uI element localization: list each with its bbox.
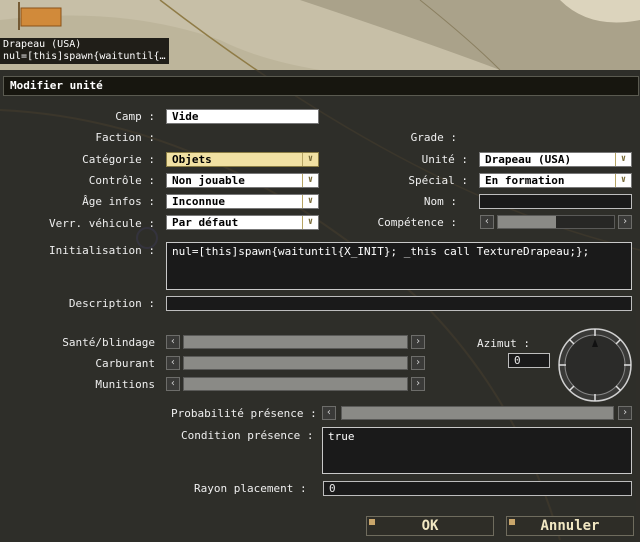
rayon-label: Rayon placement : — [194, 482, 307, 495]
cancel-button-label: Annuler — [540, 518, 600, 534]
chevron-down-icon: ∨ — [302, 216, 318, 229]
button-corner-icon — [509, 519, 515, 525]
grade-label: Grade : — [410, 131, 457, 144]
age-infos-value: Inconnue — [172, 195, 225, 208]
arrow-left-icon[interactable]: ‹ — [322, 406, 336, 420]
ok-button[interactable]: OK — [366, 516, 494, 536]
unite-dropdown[interactable]: Drapeau (USA) ∨ — [479, 152, 632, 167]
unite-value: Drapeau (USA) — [485, 153, 572, 166]
chevron-down-icon: ∨ — [302, 153, 318, 166]
munitions-fill — [184, 378, 407, 390]
verr-vehicule-label: Verr. véhicule : — [49, 217, 155, 230]
munitions-track[interactable] — [183, 377, 408, 391]
competence-label: Compétence : — [377, 216, 457, 229]
initialisation-textarea[interactable]: nul=[this]spawn{waituntil{X_INIT}; _this… — [166, 242, 632, 290]
arrow-left-icon[interactable]: ‹ — [166, 335, 180, 349]
compass-dial[interactable] — [557, 327, 633, 403]
probabilite-slider[interactable]: ‹ › — [322, 406, 633, 420]
arrow-right-icon[interactable]: › — [618, 406, 632, 420]
azimut-field[interactable]: 0 — [508, 353, 550, 368]
chevron-down-icon: ∨ — [615, 153, 631, 166]
age-infos-label: Âge infos : — [82, 195, 155, 208]
competence-slider[interactable]: ‹ › — [480, 215, 633, 229]
chevron-down-icon: ∨ — [302, 195, 318, 208]
verr-vehicule-value: Par défaut — [172, 216, 239, 229]
arrow-left-icon[interactable]: ‹ — [480, 215, 494, 229]
arrow-right-icon[interactable]: › — [618, 215, 632, 229]
rayon-value: 0 — [329, 482, 336, 495]
verr-vehicule-dropdown[interactable]: Par défaut ∨ — [166, 215, 319, 230]
description-field[interactable] — [166, 296, 632, 311]
dialog-titlebar: Modifier unité — [3, 76, 639, 96]
competence-track[interactable] — [497, 215, 615, 229]
controle-dropdown[interactable]: Non jouable ∨ — [166, 173, 319, 188]
camp-value: Vide — [172, 110, 199, 123]
camp-label: Camp : — [115, 110, 155, 123]
marker-init: nul=[this]spawn{waituntil{… — [3, 51, 166, 62]
arrow-right-icon[interactable]: › — [411, 335, 425, 349]
age-infos-dropdown[interactable]: Inconnue ∨ — [166, 194, 319, 209]
special-value: En formation — [485, 174, 565, 187]
probabilite-fill — [342, 407, 613, 419]
carburant-fill — [184, 357, 407, 369]
munitions-slider[interactable]: ‹ › — [166, 377, 425, 391]
arrow-right-icon[interactable]: › — [411, 377, 425, 391]
faction-label: Faction : — [95, 131, 155, 144]
categorie-value: Objets — [172, 153, 212, 166]
unite-label: Unité : — [421, 153, 468, 166]
initialisation-value: nul=[this]spawn{waituntil{X_INIT}; _this… — [172, 245, 590, 258]
description-label: Description : — [68, 297, 155, 310]
munitions-label: Munitions — [95, 378, 155, 391]
chevron-down-icon: ∨ — [302, 174, 318, 187]
arrow-left-icon[interactable]: ‹ — [166, 377, 180, 391]
map-marker-label: Drapeau (USA) nul=[this]spawn{waituntil{… — [0, 38, 169, 64]
button-corner-icon — [369, 519, 375, 525]
categorie-label: Catégorie : — [82, 153, 155, 166]
sante-fill — [184, 336, 407, 348]
competence-fill — [498, 216, 556, 228]
condition-label: Condition présence : — [181, 429, 314, 442]
condition-value: true — [328, 430, 355, 443]
probabilite-label: Probabilité présence : — [171, 407, 317, 420]
azimut-value: 0 — [514, 354, 521, 367]
azimut-label: Azimut : — [477, 337, 530, 350]
sante-track[interactable] — [183, 335, 408, 349]
carburant-label: Carburant — [95, 357, 155, 370]
sante-label: Santé/blindage — [62, 336, 155, 349]
special-label: Spécial : — [408, 174, 468, 187]
carburant-slider[interactable]: ‹ › — [166, 356, 425, 370]
nom-field[interactable] — [479, 194, 632, 209]
condition-textarea[interactable]: true — [322, 427, 632, 474]
arrow-right-icon[interactable]: › — [411, 356, 425, 370]
camp-field[interactable]: Vide — [166, 109, 319, 124]
dialog-title: Modifier unité — [10, 79, 103, 92]
ok-button-label: OK — [421, 518, 439, 534]
marker-name: Drapeau (USA) — [3, 39, 82, 50]
carburant-track[interactable] — [183, 356, 408, 370]
categorie-dropdown[interactable]: Objets ∨ — [166, 152, 319, 167]
controle-value: Non jouable — [172, 174, 245, 187]
nom-label: Nom : — [423, 195, 457, 208]
initialisation-label: Initialisation : — [49, 244, 155, 257]
rayon-field[interactable]: 0 — [323, 481, 632, 496]
arrow-left-icon[interactable]: ‹ — [166, 356, 180, 370]
controle-label: Contrôle : — [88, 174, 155, 187]
sante-slider[interactable]: ‹ › — [166, 335, 425, 349]
cancel-button[interactable]: Annuler — [506, 516, 634, 536]
probabilite-track[interactable] — [341, 406, 614, 420]
special-dropdown[interactable]: En formation ∨ — [479, 173, 632, 188]
chevron-down-icon: ∨ — [615, 174, 631, 187]
